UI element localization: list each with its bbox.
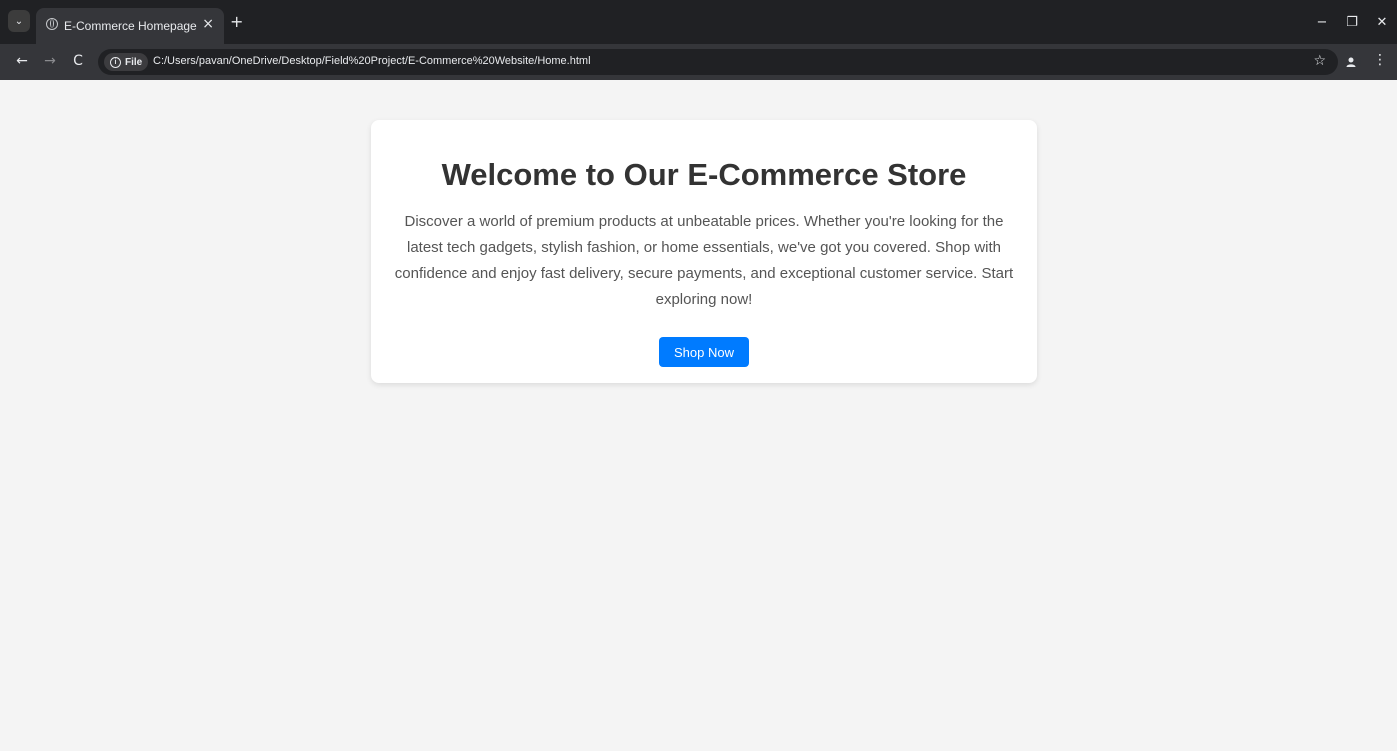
site-info-chip[interactable]: i File	[104, 53, 149, 71]
info-icon: i	[110, 56, 121, 68]
globe-icon	[46, 18, 58, 30]
reload-icon[interactable]: C	[68, 51, 88, 71]
tab-strip: ⌄ E-Commerce Homepage × + − ❐ ✕	[0, 0, 1397, 44]
tab-search-chevron-icon[interactable]: ⌄	[8, 10, 30, 32]
hero-card: Welcome to Our E-Commerce Store Discover…	[371, 120, 1037, 383]
browser-chrome: ⌄ E-Commerce Homepage × + − ❐ ✕ ← → C i …	[0, 0, 1397, 80]
restore-icon[interactable]: ❐	[1337, 15, 1367, 30]
forward-arrow-icon[interactable]: →	[40, 51, 60, 71]
url-text[interactable]: C:/Users/pavan/OneDrive/Desktop/Field%20…	[153, 55, 591, 67]
profile-avatar-icon[interactable]	[1341, 52, 1361, 72]
window-controls: − ❐ ✕	[1307, 0, 1397, 44]
back-arrow-icon[interactable]: ←	[12, 51, 32, 71]
hero-description: Discover a world of premium products at …	[394, 213, 1014, 308]
tab-close-icon[interactable]: ×	[202, 16, 214, 32]
bookmark-star-icon[interactable]: ☆	[1313, 53, 1326, 69]
page-title: Welcome to Our E-Commerce Store	[441, 157, 967, 192]
page-viewport: Welcome to Our E-Commerce Store Discover…	[7, 80, 1397, 751]
shop-now-button[interactable]: Shop Now	[659, 337, 749, 367]
browser-toolbar: ← → C i File C:/Users/pavan/OneDrive/Des…	[0, 44, 1397, 80]
kebab-menu-icon[interactable]: ⋮	[1373, 53, 1387, 67]
minimize-icon[interactable]: −	[1307, 15, 1337, 30]
close-window-icon[interactable]: ✕	[1367, 15, 1397, 30]
tab-ecommerce-homepage[interactable]: E-Commerce Homepage ×	[36, 8, 224, 44]
address-bar[interactable]: i File C:/Users/pavan/OneDrive/Desktop/F…	[98, 49, 1338, 75]
tab-title: E-Commerce Homepage	[64, 19, 197, 33]
new-tab-plus-icon[interactable]: +	[230, 14, 243, 30]
scheme-label: File	[125, 56, 143, 68]
